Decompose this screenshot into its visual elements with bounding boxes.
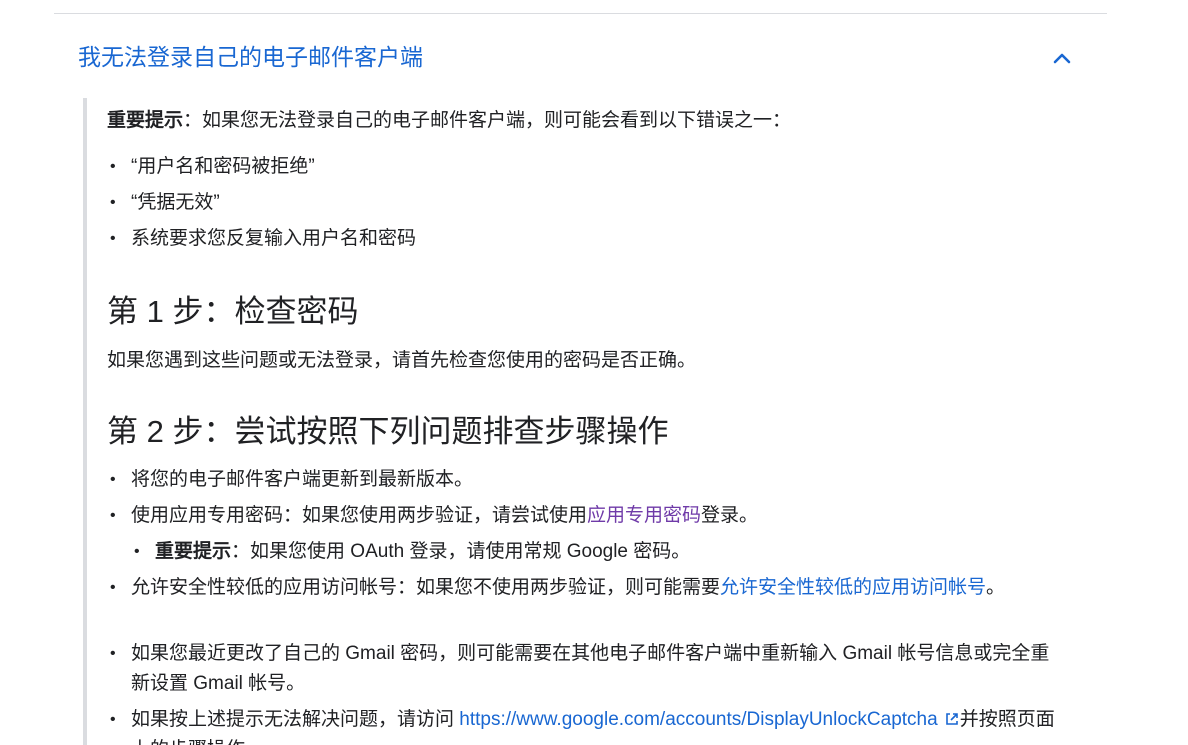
list-item: • 系统要求您反复输入用户名和密码 — [110, 228, 417, 249]
list-item: • 允许安全性较低的应用访问帐号：如果您不使用两步验证，则可能需要允许安全性较低的… — [110, 577, 1006, 598]
troubleshoot-list: • 将您的电子邮件客户端更新到最新版本。 • 使用应用专用密码：如果您使用两步验证，… — [107, 465, 1061, 745]
unlock-captcha-link[interactable]: https://www.google.com/accounts/DisplayU… — [459, 709, 959, 730]
help-article-page: 我无法登录自己的电子邮件客户端 重要提示：如果您无法登录自己的电子邮件客户端，则… — [0, 0, 1188, 745]
app-password-link[interactable]: 应用专用密码 — [587, 505, 701, 526]
less-secure-apps-link[interactable]: 允许安全性较低的应用访问帐号 — [720, 577, 986, 598]
intro-label: 重要提示 — [107, 110, 184, 131]
step2-heading: 第 2 步：尝试按照下列问题排查步骤操作 — [107, 414, 669, 449]
accordion-header[interactable]: 我无法登录自己的电子邮件客户端 — [54, 14, 1107, 98]
step1-heading: 第 1 步：检查密码 — [107, 294, 359, 329]
external-link-icon — [945, 713, 958, 725]
intro-body: ：如果您无法登录自己的电子邮件客户端，则可能会看到以下错误之一： — [183, 110, 792, 131]
accordion-content: 重要提示：如果您无法登录自己的电子邮件客户端，则可能会看到以下错误之一： • “用… — [83, 98, 1087, 745]
list-item: • 如果您最近更改了自己的 Gmail 密码，则可能需要在其他电子邮件客户端中重新… — [110, 643, 1050, 694]
step1-text: 如果您遇到这些问题或无法登录，请首先检查您使用的密码是否正确。 — [107, 350, 697, 371]
list-item: • “凭据无效” — [110, 192, 220, 213]
list-item: • 如果按上述提示无法解决问题，请访问 https://www.google.co… — [110, 709, 1055, 745]
error-list: • “用户名和密码被拒绝” • “凭据无效” • 系统要求您反复输入用户名和密码 — [107, 152, 416, 260]
list-item: • 将您的电子邮件客户端更新到最新版本。 — [110, 469, 474, 490]
list-item: • “用户名和密码被拒绝” — [110, 156, 315, 177]
intro-text: 重要提示：如果您无法登录自己的电子邮件客户端，则可能会看到以下错误之一： — [107, 106, 791, 136]
accordion-title[interactable]: 我无法登录自己的电子邮件客户端 — [78, 42, 423, 72]
chevron-up-icon[interactable] — [1050, 46, 1074, 70]
sub-list-item: • 重要提示：如果您使用 OAuth 登录，请使用常规 Google 密码。 — [134, 541, 691, 562]
list-item: • 使用应用专用密码：如果您使用两步验证，请尝试使用应用专用密码登录。 — [110, 505, 759, 526]
